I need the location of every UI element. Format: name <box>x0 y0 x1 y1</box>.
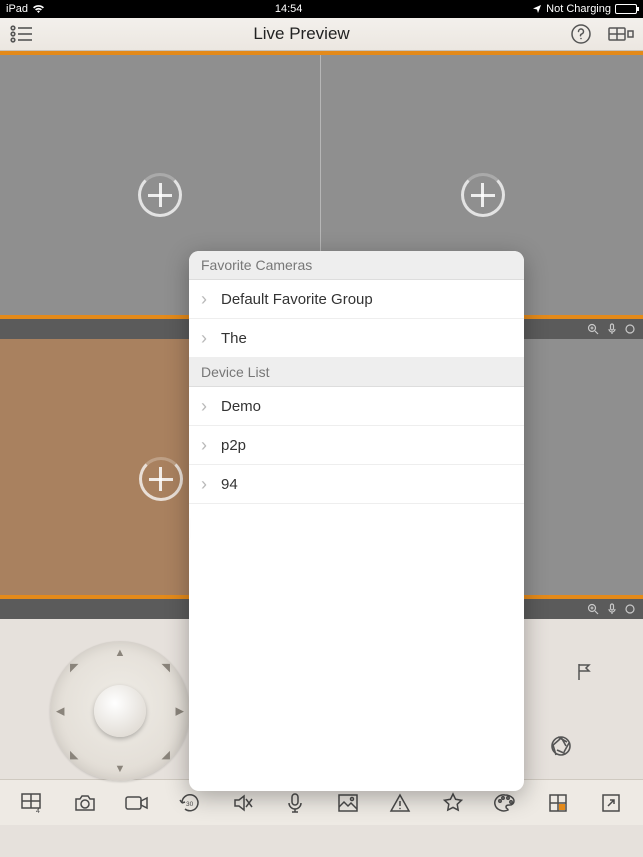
zoom-mini-icon <box>587 323 599 335</box>
record-mini-icon <box>625 604 635 614</box>
chevron-right-icon: › <box>201 436 207 454</box>
device-row[interactable]: › Demo <box>189 387 524 426</box>
camera-grid: Favorite Cameras › Default Favorite Grou… <box>0 55 643 619</box>
zoom-mini-icon <box>587 603 599 615</box>
battery-icon <box>615 4 637 14</box>
row-label: 94 <box>221 476 238 493</box>
arrow-nw-icon: ◤ <box>70 661 78 674</box>
row-label: Demo <box>221 398 261 415</box>
favorite-group-row[interactable]: › Default Favorite Group <box>189 280 524 319</box>
record-button[interactable] <box>120 786 154 820</box>
iris-button[interactable] <box>548 733 574 759</box>
charging-label: Not Charging <box>546 3 611 15</box>
popover-section-devices: Device List <box>189 358 524 387</box>
svg-text:30: 30 <box>186 801 194 808</box>
arrow-ne-icon: ◥ <box>162 661 170 674</box>
device-label: iPad <box>6 3 28 15</box>
output-mode-icon[interactable] <box>607 20 635 48</box>
row-label: p2p <box>221 437 246 454</box>
row-label: The <box>221 330 247 347</box>
add-camera-icon[interactable] <box>461 173 505 217</box>
preset-flag-button[interactable] <box>573 661 595 683</box>
record-mini-icon <box>625 324 635 334</box>
help-icon[interactable] <box>567 20 595 48</box>
status-bar: iPad 14:54 Not Charging <box>0 0 643 18</box>
device-row[interactable]: › p2p <box>189 426 524 465</box>
arrow-down-icon: ▼ <box>115 763 126 775</box>
fullscreen-button[interactable] <box>594 786 628 820</box>
device-row[interactable]: › 94 <box>189 465 524 504</box>
arrow-up-icon: ▲ <box>115 647 126 659</box>
snapshot-button[interactable] <box>68 786 102 820</box>
location-icon <box>532 4 542 14</box>
arrow-right-icon: ▶ <box>176 705 184 718</box>
menu-list-icon[interactable] <box>8 20 36 48</box>
device-popover: Favorite Cameras › Default Favorite Grou… <box>189 251 524 791</box>
arrow-left-icon: ◀ <box>56 705 64 718</box>
mic-mini-icon <box>607 323 617 335</box>
popover-section-favorites: Favorite Cameras <box>189 251 524 280</box>
wifi-icon <box>32 4 45 14</box>
add-camera-icon[interactable] <box>139 457 183 501</box>
chevron-right-icon: › <box>201 290 207 308</box>
chevron-right-icon: › <box>201 397 207 415</box>
mic-mini-icon <box>607 603 617 615</box>
svg-text:4: 4 <box>36 808 40 814</box>
layout-button[interactable]: 4 <box>15 786 49 820</box>
chevron-right-icon: › <box>201 329 207 347</box>
arrow-sw-icon: ◣ <box>70 748 78 761</box>
popover-arrow <box>189 519 190 539</box>
arrow-se-icon: ◢ <box>162 748 170 761</box>
chevron-right-icon: › <box>201 475 207 493</box>
ptz-button[interactable] <box>541 786 575 820</box>
add-camera-icon[interactable] <box>138 173 182 217</box>
joystick-thumb[interactable] <box>94 685 146 737</box>
favorite-group-row[interactable]: › The <box>189 319 524 358</box>
page-title: Live Preview <box>253 24 349 44</box>
ptz-joystick[interactable]: ▲ ▼ ▶ ◀ ◥ ◤ ◢ ◣ <box>50 641 190 781</box>
row-label: Default Favorite Group <box>221 291 373 308</box>
app-header: Live Preview <box>0 18 643 51</box>
clock: 14:54 <box>275 3 303 15</box>
